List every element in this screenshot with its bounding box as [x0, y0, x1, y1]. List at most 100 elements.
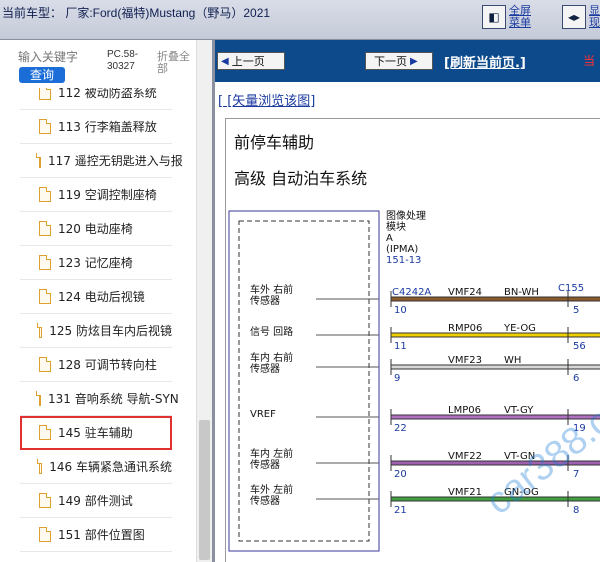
file-icon: [39, 289, 51, 304]
module-name-2: 模块: [386, 221, 406, 233]
signal-label-2: 传感器: [250, 362, 280, 375]
file-icon: [39, 527, 51, 542]
tree-item-label: 128 可调节转向柱: [58, 358, 157, 372]
tree-item[interactable]: 145 驻车辅助: [20, 416, 172, 450]
tree-item[interactable]: 123 记忆座椅: [20, 246, 172, 280]
arrow-left-icon: ◀: [221, 55, 229, 67]
tree-item-label: 119 空调控制座椅: [58, 188, 157, 202]
pin-left: 22: [394, 423, 407, 434]
arrow-right-icon: ▶: [410, 55, 418, 67]
file-icon: [37, 459, 43, 474]
content-panel: ◀ 上一页 下一页 ▶ [刷新当前页.] 当 [ [矢量浏览该图] 前停车辅助 …: [212, 40, 600, 562]
circuit-id: VMF24: [448, 287, 482, 298]
tree-item-label: 145 驻车辅助: [58, 426, 133, 440]
module-name-1: 图像处理: [386, 210, 426, 222]
tree-item-label: 125 防炫目车内后视镜: [49, 324, 172, 338]
tree-item[interactable]: 151 部件位置图: [20, 518, 172, 552]
tree-item-label: 151 部件位置图: [58, 528, 145, 542]
tree-item-label: 149 部件测试: [58, 494, 133, 508]
tree-item[interactable]: 131 音响系统 导航-SYN: [20, 382, 179, 416]
tree-item[interactable]: 128 可调节转向柱: [20, 348, 172, 382]
show-button[interactable]: ◂▸ 显 现: [562, 5, 600, 35]
signal-label: 车外 右前: [250, 283, 293, 296]
file-icon: [39, 493, 51, 508]
file-icon: [37, 323, 43, 338]
next-page-button[interactable]: 下一页 ▶: [365, 52, 433, 70]
tree-item-label: 117 遥控无钥匙进入与报: [48, 154, 183, 168]
file-icon: [39, 357, 51, 372]
vector-view-link[interactable]: [ [矢量浏览该图]: [218, 90, 315, 109]
wire-color-code: BN-WH: [504, 287, 539, 298]
page-nav-bar: ◀ 上一页 下一页 ▶ [刷新当前页.] 当: [215, 40, 600, 82]
tree-item-label: 120 电动座椅: [58, 222, 133, 236]
refresh-link[interactable]: [刷新当前页.]: [444, 52, 526, 71]
tree-item-label: 112 被动防盗系统: [58, 88, 157, 100]
file-icon: [39, 119, 51, 134]
pin-right: 56: [573, 341, 586, 352]
search-button[interactable]: 查询: [19, 67, 65, 83]
pin-right: 5: [573, 305, 579, 316]
signal-label: 车外 左前: [250, 483, 293, 496]
prev-page-button[interactable]: ◀ 上一页: [217, 52, 285, 70]
top-banner: 当前车型： 厂家:Ford(福特)Mustang（野马）2021 ◧ 全屏 菜单…: [0, 0, 600, 40]
wire-color-code: YE-OG: [503, 323, 536, 334]
fullscreen-icon: ◧: [482, 5, 506, 29]
tree-item[interactable]: 120 电动座椅: [20, 212, 172, 246]
file-icon: [36, 391, 41, 406]
doc-subtitle: 高级 自动泊车系统: [234, 169, 368, 188]
file-icon: [39, 255, 51, 270]
tree-item[interactable]: 124 电动后视镜: [20, 280, 172, 314]
file-icon: [39, 425, 51, 440]
wire-color-code: VT-GY: [504, 405, 534, 416]
show-label: 显: [589, 5, 600, 17]
tree-item-label: 124 电动后视镜: [58, 290, 145, 304]
expand-icon: ◂▸: [562, 5, 586, 29]
scroll-thumb[interactable]: [199, 420, 210, 560]
circuit-id: VMF21: [448, 487, 482, 498]
wire-color-code: WH: [504, 355, 521, 366]
connector-left: C4242A: [392, 287, 431, 298]
next-label: 下一页: [374, 55, 407, 68]
file-icon: [39, 187, 51, 202]
tree-item[interactable]: 117 遥控无钥匙进入与报: [20, 144, 183, 178]
tree-item[interactable]: 119 空调控制座椅: [20, 178, 172, 212]
file-icon: [39, 221, 51, 236]
signal-label-2: 传感器: [250, 494, 280, 507]
pin-right: 8: [573, 505, 579, 516]
show-label-2: 现: [589, 17, 600, 29]
pin-left: 11: [394, 341, 407, 352]
menu-label: 菜单: [509, 17, 531, 29]
prev-label: 上一页: [231, 55, 265, 68]
model-code: PC.58-30327: [107, 49, 139, 72]
pin-left: 21: [394, 505, 407, 516]
document-view: 前停车辅助 高级 自动泊车系统 车外 右前传感器 VMF24 BN-WH 10 5 信号 …: [225, 118, 600, 562]
vehicle-info: 当前车型： 厂家:Ford(福特)Mustang（野马）2021: [2, 6, 271, 20]
search-input[interactable]: [18, 48, 104, 66]
tree-item[interactable]: 146 车辆紧急通讯系统: [20, 450, 172, 484]
pin-left: 10: [394, 305, 407, 316]
module-name-3: A: [386, 233, 393, 244]
tree-item[interactable]: 113 行李箱盖释放: [20, 110, 172, 144]
doc-title: 前停车辅助: [234, 133, 315, 152]
file-icon: [39, 88, 51, 100]
tree-item[interactable]: 149 部件测试: [20, 484, 172, 518]
search-area: 查询 PC.58-30327 折叠全部: [0, 40, 212, 88]
circuit-id: LMP06: [448, 405, 481, 416]
collapse-all-link[interactable]: 折叠全部: [157, 51, 197, 75]
left-panel: 查询 PC.58-30327 折叠全部 112 被动防盗系统 113 行李箱盖释放…: [0, 40, 212, 562]
pin-left: 20: [394, 469, 407, 480]
signal-label: VREF: [250, 409, 276, 420]
fullscreen-label: 全屏: [509, 5, 531, 17]
tree-item[interactable]: 112 被动防盗系统: [20, 88, 172, 110]
fullscreen-menu-button[interactable]: ◧ 全屏 菜单: [482, 5, 531, 35]
tree-item[interactable]: 125 防炫目车内后视镜: [20, 314, 172, 348]
left-scrollbar[interactable]: [196, 40, 212, 562]
menu-tree: 112 被动防盗系统 113 行李箱盖释放 117 遥控无钥匙进入与报 119 空调控…: [0, 88, 196, 562]
tree-item-label: 131 音响系统 导航-SYN: [48, 392, 179, 406]
signal-label: 车内 右前: [250, 351, 293, 364]
pin-right: 6: [573, 373, 579, 384]
signal-label: 信号 回路: [250, 325, 293, 338]
tree-item-label: 113 行李箱盖释放: [58, 120, 157, 134]
wiring-diagram: 车外 右前传感器 VMF24 BN-WH 10 5 信号 回路 RMP06 YE-OG 11 56…: [228, 210, 600, 552]
signal-label: 车内 左前: [250, 447, 293, 460]
